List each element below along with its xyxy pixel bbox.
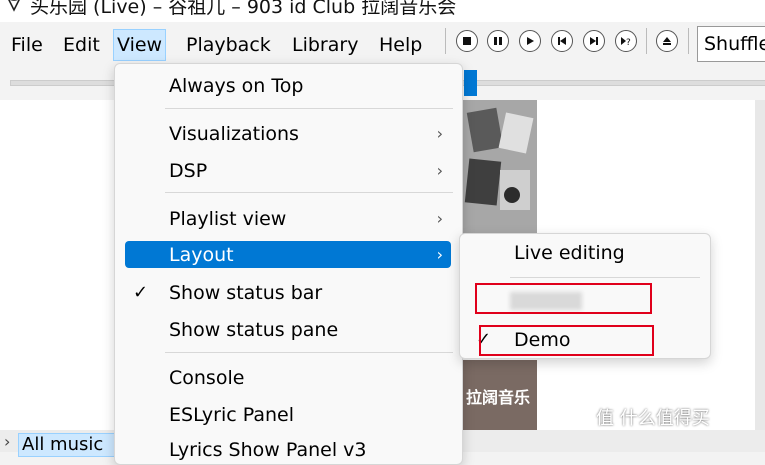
previous-icon (558, 37, 566, 45)
submenu-arrow-icon: › (436, 124, 443, 143)
pause-button[interactable] (487, 30, 509, 52)
menu-item-dsp[interactable]: DSP › (125, 157, 451, 184)
annotation-box-demo (479, 325, 654, 356)
menu-edit[interactable]: Edit (60, 30, 103, 60)
annotation-box-redacted (475, 283, 652, 314)
menu-item-lyrics-show-panel[interactable]: Lyrics Show Panel v3 (125, 436, 451, 463)
menu-item-label: Visualizations (169, 123, 299, 145)
submenu-item-label: Live editing (514, 242, 625, 264)
album-photo (462, 100, 537, 235)
menu-bar: File Edit View Playback Library Help (0, 24, 765, 64)
album-art-bottom: 拉阔音乐 (462, 360, 537, 430)
eject-button[interactable] (656, 30, 678, 52)
menu-help[interactable]: Help (376, 30, 425, 60)
expand-chevron-icon[interactable]: › (4, 432, 10, 451)
check-icon: ✓ (133, 282, 149, 303)
menu-item-console[interactable]: Console (125, 364, 451, 391)
right-panel-edge (755, 100, 765, 430)
menu-file[interactable]: File (8, 30, 46, 60)
play-icon (527, 37, 534, 45)
menu-item-label: Always on Top (169, 75, 304, 97)
menu-item-label: Lyrics Show Panel v3 (169, 439, 367, 461)
watermark: 值 什么值得买 (596, 408, 710, 429)
stop-icon (463, 37, 471, 45)
window-title: 头乐园 (Live) – 谷祖儿 – 903 id Club 拉阔音乐会 (30, 0, 457, 18)
toolbar-separator (646, 28, 647, 54)
toolbar-separator (688, 28, 689, 54)
menu-item-label: Show status bar (169, 282, 323, 304)
menu-item-playlist-view[interactable]: Playlist view › (125, 205, 451, 232)
random-button[interactable]: ? (615, 30, 637, 52)
submenu-arrow-icon: › (436, 245, 443, 264)
album-art-top (462, 100, 537, 235)
menu-item-layout[interactable]: Layout › (125, 241, 451, 268)
menu-item-label: Layout (169, 244, 234, 266)
menu-playback[interactable]: Playback (183, 30, 274, 60)
pause-icon (494, 37, 502, 45)
menu-separator (510, 277, 700, 278)
playback-order-dropdown[interactable]: Shuffle (697, 26, 765, 62)
menu-item-label: Console (169, 367, 245, 389)
submenu-arrow-icon: › (436, 161, 443, 180)
seekbar-thumb[interactable] (464, 70, 477, 96)
menu-item-show-status-bar[interactable]: ✓ Show status bar (125, 279, 451, 306)
album-art-caption: 拉阔音乐 (466, 388, 531, 407)
menu-item-visualizations[interactable]: Visualizations › (125, 120, 451, 147)
title-bar: 头乐园 (Live) – 谷祖儿 – 903 id Club 拉阔音乐会 (0, 0, 765, 22)
submenu-arrow-icon: › (436, 209, 443, 228)
play-button[interactable] (519, 30, 541, 52)
menu-item-always-on-top[interactable]: Always on Top (125, 72, 451, 99)
app-logo-icon (8, 0, 20, 12)
previous-button[interactable] (551, 30, 573, 52)
svg-text:?: ? (626, 38, 631, 46)
menu-item-label: DSP (169, 160, 208, 182)
menu-item-label: Playlist view (169, 208, 287, 230)
menu-item-show-status-pane[interactable]: Show status pane (125, 316, 451, 343)
menu-view[interactable]: View (113, 29, 167, 61)
menu-item-eslyric-panel[interactable]: ESLyric Panel (125, 401, 451, 428)
menu-item-label: Show status pane (169, 319, 339, 341)
next-button[interactable] (583, 30, 605, 52)
menu-library[interactable]: Library (289, 30, 361, 60)
menu-separator (165, 108, 453, 109)
random-icon: ? (621, 37, 631, 46)
menu-item-label: ESLyric Panel (169, 404, 294, 426)
submenu-item-live-editing[interactable]: Live editing (460, 240, 710, 268)
toolbar-separator (445, 28, 446, 54)
next-icon (590, 37, 598, 45)
stop-button[interactable] (456, 30, 478, 52)
view-menu-dropdown: Always on Top Visualizations › DSP › Pla… (114, 63, 463, 465)
menu-separator (165, 192, 453, 193)
menu-separator (165, 352, 453, 353)
eject-icon (663, 37, 671, 45)
library-tree-item-all-music[interactable]: All music (18, 433, 123, 457)
